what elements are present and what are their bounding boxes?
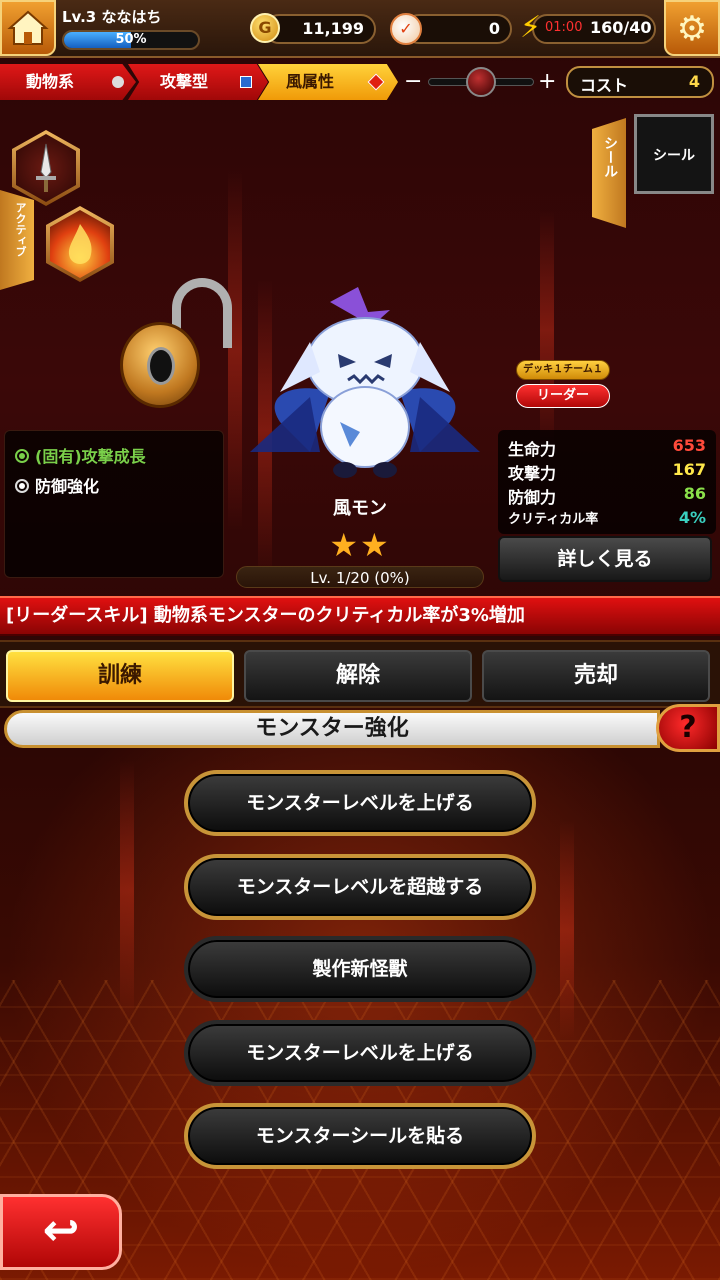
stat-value: 4% — [678, 508, 706, 527]
player-level-name: Lv.3 ななはち — [62, 8, 162, 26]
home-icon — [7, 10, 49, 45]
stat-label: 攻撃力 — [508, 464, 557, 483]
tab-sell[interactable]: 売却 — [482, 650, 710, 702]
skill-option[interactable]: (固有)攻撃成長 — [15, 443, 146, 467]
monster-sprite — [250, 287, 480, 478]
diamond-icon — [367, 73, 385, 91]
gold-counter: 11,199 — [264, 14, 376, 44]
home-button[interactable] — [0, 0, 56, 56]
filter-role[interactable]: 攻撃型 — [128, 64, 268, 100]
filter-type[interactable]: 動物系 — [0, 64, 136, 100]
filter-element[interactable]: 風属性 — [258, 64, 398, 100]
zoom-out-button[interactable]: − — [404, 70, 422, 94]
stat-row: 生命力 653 — [508, 436, 706, 459]
skill-option-label: 防御強化 — [35, 477, 100, 496]
stat-value: 653 — [672, 436, 706, 455]
settings-button[interactable]: ⚙ — [664, 0, 720, 56]
cost-label: コスト — [580, 76, 629, 95]
xp-label: 50% — [115, 32, 147, 47]
dagger-icon — [36, 143, 56, 192]
back-button[interactable]: ↩ — [0, 1194, 122, 1270]
flame-icon — [68, 224, 92, 264]
tab-train[interactable]: 訓練 — [6, 650, 234, 702]
question-icon: ? — [679, 710, 697, 745]
weapon-skill-bg — [16, 134, 76, 202]
leader-skill-banner: [リーダースキル] 動物系モンスターのクリティカル率が3%増加 — [0, 596, 720, 636]
raise-level-button[interactable]: モンスターレベルを上げる — [184, 770, 536, 836]
circle-icon — [112, 76, 124, 88]
gem-icon: ✓ — [390, 13, 422, 45]
monster-level-text: Lv. 1/20 (0%) — [310, 569, 410, 587]
help-button[interactable]: ? — [656, 704, 720, 752]
seal-slot[interactable]: シール — [634, 114, 714, 194]
skill-option-label: (固有)攻撃成長 — [35, 447, 146, 466]
lock-toggle-button[interactable] — [120, 322, 200, 408]
seal-tab-label: シール — [602, 136, 618, 178]
skill-option[interactable]: 防御強化 — [15, 473, 99, 497]
leader-badge: リーダー — [516, 384, 610, 408]
gold-coin-icon: G — [250, 13, 280, 43]
tab-bar: 訓練 解除 売却 — [0, 640, 720, 708]
stat-row: 攻撃力 167 — [508, 460, 706, 483]
keyhole-icon — [147, 347, 175, 385]
cost-display: コスト 4 — [566, 66, 714, 98]
weapon-skill-slot[interactable] — [12, 130, 80, 206]
skill-list-panel: (固有)攻撃成長 防御強化 — [4, 430, 224, 578]
monster-level-bar: Lv. 1/20 (0%) — [236, 566, 484, 588]
fire-skill-bg — [50, 210, 110, 278]
bg-pillar — [540, 210, 554, 450]
fire-skill-slot[interactable] — [46, 206, 114, 282]
monster-name: 風モン — [333, 498, 387, 519]
tab-release[interactable]: 解除 — [244, 650, 472, 702]
back-arrow-icon: ↩ — [42, 1205, 80, 1256]
radio-icon — [15, 479, 29, 493]
stat-value: 86 — [683, 484, 706, 503]
stamina-timer: 01:00 — [545, 20, 583, 35]
gem-value: 0 — [488, 19, 500, 38]
stat-label: クリティカル率 — [508, 512, 599, 527]
apply-seal-button[interactable]: モンスターシールを貼る — [184, 1103, 536, 1169]
filter-role-label: 攻撃型 — [160, 72, 209, 91]
lightning-icon: ⚡ — [520, 10, 542, 45]
zoom-slider-knob[interactable] — [466, 67, 496, 97]
stat-row: 防御力 86 — [508, 484, 706, 507]
stat-value: 167 — [672, 460, 706, 479]
square-icon — [240, 76, 252, 88]
stat-label: 生命力 — [508, 440, 557, 459]
stats-panel: 生命力 653 攻撃力 167 防御力 86 クリティカル率 4% — [498, 430, 716, 534]
transcend-level-button[interactable]: モンスターレベルを超越する — [184, 854, 536, 920]
section-title: モンスター強化 — [4, 710, 660, 748]
stamina-value: 160/40 — [590, 18, 652, 37]
zoom-in-button[interactable]: + — [538, 70, 556, 94]
gold-value: 11,199 — [302, 19, 364, 38]
xp-bar: 50% — [62, 30, 200, 50]
active-skill-tab-label: アクティブ — [14, 202, 27, 257]
create-new-monster-button[interactable]: 製作新怪獸 — [184, 936, 536, 1002]
stat-row: クリティカル率 4% — [508, 508, 706, 530]
star-rating: ★★ — [329, 526, 391, 564]
cost-value: 4 — [688, 72, 700, 91]
stat-label: 防御力 — [508, 488, 557, 507]
seal-tab[interactable]: シール — [592, 118, 626, 228]
details-button[interactable]: 詳しく見る — [498, 536, 712, 582]
raise-level-button-2[interactable]: モンスターレベルを上げる — [184, 1020, 536, 1086]
deck-team-badge: デッキ１チーム１ — [516, 360, 610, 380]
filter-type-label: 動物系 — [26, 72, 75, 91]
active-skill-tab[interactable]: アクティブ — [0, 190, 34, 290]
radio-selected-icon — [15, 449, 29, 463]
monster-portrait — [240, 282, 490, 487]
seal-slot-label: シール — [653, 148, 695, 164]
filter-element-label: 風属性 — [286, 72, 335, 91]
gear-icon: ⚙ — [676, 9, 708, 49]
